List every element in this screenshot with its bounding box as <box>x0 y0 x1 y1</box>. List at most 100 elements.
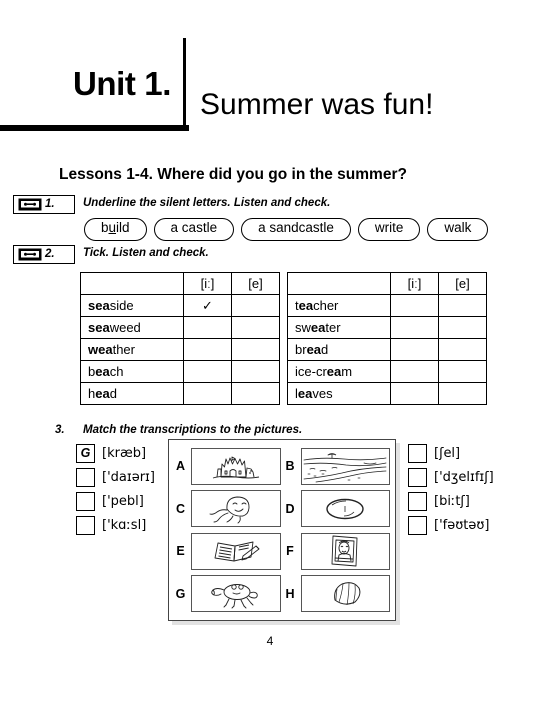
word-plain-part: weed <box>109 320 141 335</box>
picture-frame[interactable] <box>191 447 281 485</box>
picture-frame[interactable] <box>300 575 390 613</box>
transcription-text: ['kɑːsl] <box>102 517 147 533</box>
transcription-row: G [kræb] <box>76 443 155 463</box>
header-cell-short-e: [e] <box>438 272 487 295</box>
word-bold-part: wea <box>88 342 113 357</box>
word-bold-part: ea <box>310 320 326 335</box>
shell-icon <box>334 581 361 605</box>
picture-frame[interactable] <box>300 447 390 485</box>
diary-icon <box>214 541 260 562</box>
pill-text-before: a sandcastle <box>258 220 334 235</box>
word-plain-post: m <box>341 364 353 379</box>
transcriptions-left: G [kræb] ['daɪərɪ] ['pebl] ['kɑːsl] <box>76 443 155 535</box>
picture-frame[interactable] <box>191 575 281 613</box>
picture-frame[interactable] <box>191 490 281 528</box>
cell-short-e[interactable] <box>438 382 487 405</box>
cell-word: teacher <box>287 294 391 317</box>
table-row: ice-cream <box>287 360 487 383</box>
picture-cell: B <box>284 446 390 487</box>
cell-short-e[interactable] <box>231 316 280 339</box>
answer-box[interactable] <box>76 515 95 535</box>
picture-frame[interactable] <box>300 532 390 570</box>
sandcastle-icon <box>212 456 259 479</box>
tick-icon: ✓ <box>202 297 213 313</box>
word-pill[interactable]: walk <box>427 218 489 241</box>
table-row: beach <box>80 360 280 383</box>
transcription-text: [ʃel] <box>434 445 461 461</box>
jellyfish-icon <box>209 496 250 524</box>
cell-short-e[interactable] <box>438 316 487 339</box>
table-row: seaweed <box>80 316 280 339</box>
picture-frame[interactable] <box>300 490 390 528</box>
transcription-row: ['pebl] <box>76 491 155 511</box>
cell-word: weather <box>80 338 184 361</box>
picture-frame[interactable] <box>191 532 281 570</box>
picture-cell: H <box>284 574 390 615</box>
exercise-1-number: 1. <box>45 197 55 210</box>
cell-short-e[interactable] <box>231 294 280 317</box>
answer-box[interactable] <box>76 467 95 487</box>
word-pill[interactable]: write <box>357 218 421 241</box>
picture-letter: D <box>285 501 295 516</box>
word-bold-part: ea <box>306 342 322 357</box>
word-plain-post: d <box>321 342 329 357</box>
table-row: teacher <box>287 294 487 317</box>
picture-letter: H <box>285 586 295 601</box>
transcription-row: [ʃel] <box>408 443 494 463</box>
picture-letter: A <box>175 459 186 474</box>
cell-long-e[interactable] <box>183 338 232 361</box>
cell-short-e[interactable] <box>438 294 487 317</box>
table-header-row: [iː] [e] <box>287 272 487 295</box>
word-pill[interactable]: a castle <box>153 218 235 241</box>
answer-box[interactable]: G <box>76 443 95 463</box>
word-plain-post: ter <box>325 320 341 335</box>
answer-box[interactable] <box>76 491 95 511</box>
photo-icon <box>331 535 358 567</box>
cell-short-e[interactable] <box>231 338 280 361</box>
cell-long-e[interactable] <box>183 382 232 405</box>
picture-letter: B <box>285 459 295 474</box>
word-plain-post: ch <box>109 364 124 379</box>
answer-box[interactable] <box>408 491 427 511</box>
unit-header: Unit 1. Summer was fun! <box>0 38 460 134</box>
cell-long-e[interactable] <box>390 294 439 317</box>
answer-box[interactable] <box>408 467 427 487</box>
cell-long-e[interactable] <box>183 316 232 339</box>
answer-box[interactable] <box>408 443 427 463</box>
transcription-text: ['fəʊtəʊ] <box>434 517 490 533</box>
answer-box[interactable] <box>408 515 427 535</box>
header-cell-short-e: [e] <box>231 272 280 295</box>
picture-letter: E <box>176 544 185 559</box>
word-bold-part: ea <box>297 386 313 401</box>
cell-short-e[interactable] <box>438 360 487 383</box>
word-bold-part: ea <box>326 364 342 379</box>
pill-text-before: a castle <box>170 220 218 235</box>
exercise-3-instruction: Match the transcriptions to the pictures… <box>83 424 303 436</box>
transcription-row: ['daɪərɪ] <box>76 467 155 487</box>
cell-long-e[interactable] <box>390 338 439 361</box>
unit-underline-rule <box>0 125 189 131</box>
transcription-text: [kræb] <box>102 445 147 461</box>
word-pill[interactable]: build <box>84 218 147 241</box>
word-plain-post: d <box>109 386 117 401</box>
cell-word: ice-cream <box>287 360 391 383</box>
unit-title-box: Unit 1. <box>0 38 186 125</box>
picture-cell: A <box>174 446 281 487</box>
word-bold-part: ea <box>95 364 110 379</box>
cell-long-e[interactable] <box>390 382 439 405</box>
unit-label: Unit 1. <box>72 65 171 102</box>
pill-text-before: b <box>101 220 109 235</box>
cell-word: sweater <box>287 316 391 339</box>
word-pill[interactable]: a sandcastle <box>241 218 351 241</box>
cell-short-e[interactable] <box>231 360 280 383</box>
header-cell-long-e: [iː] <box>183 272 232 295</box>
cell-long-e[interactable] <box>390 316 439 339</box>
unit-subtitle: Summer was fun! <box>200 88 434 121</box>
cell-long-e[interactable]: ✓ <box>183 294 232 317</box>
pill-text-before: write <box>374 220 404 235</box>
cell-long-e[interactable] <box>390 360 439 383</box>
header-cell-long-e: [iː] <box>390 272 439 295</box>
cell-short-e[interactable] <box>231 382 280 405</box>
cell-long-e[interactable] <box>183 360 232 383</box>
cell-short-e[interactable] <box>438 338 487 361</box>
